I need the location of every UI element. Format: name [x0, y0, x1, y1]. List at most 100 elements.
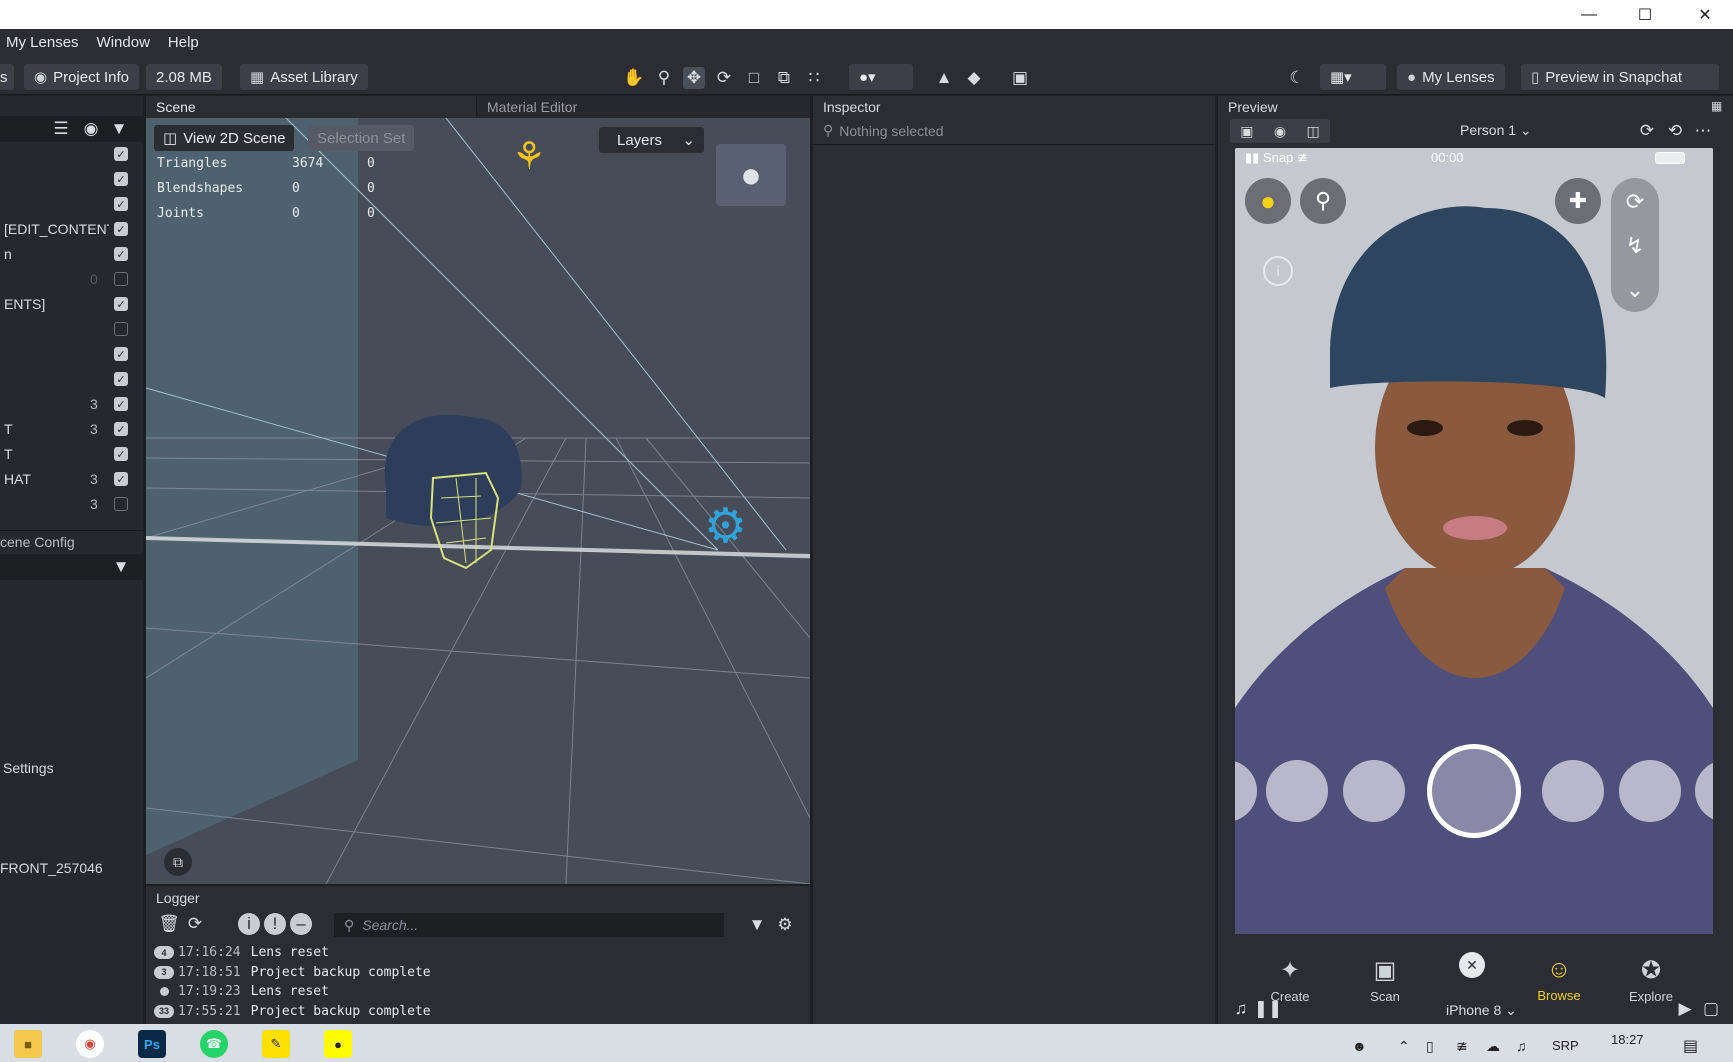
wifi-icon[interactable]: ≇ [1456, 1038, 1468, 1055]
tray-chevron-icon[interactable]: ⌃ [1398, 1038, 1410, 1055]
cloud-icon[interactable]: ☁ [1486, 1038, 1500, 1055]
moon-icon[interactable]: ☾ [1286, 67, 1308, 89]
battery-icon[interactable]: ▯ [1426, 1038, 1434, 1055]
select-icon[interactable]: ▣ [1009, 67, 1031, 89]
device-dropdown[interactable]: iPhone 8 ⌄ [1446, 1002, 1517, 1019]
lens-carousel-item[interactable] [1343, 760, 1405, 822]
preview-in-snapchat-button[interactable]: ▯ Preview in Snapchat [1521, 64, 1719, 90]
hierarchy-row[interactable]: HAT 3 ✓ [0, 467, 143, 492]
toolbar-cut-button[interactable]: s [0, 64, 14, 90]
visibility-checkbox[interactable]: ✓ [114, 222, 128, 236]
bitmoji-avatar[interactable]: ● [1245, 178, 1291, 224]
chevron-down-icon[interactable]: ⌄ [1613, 268, 1657, 312]
eye-icon[interactable]: ◉ [80, 118, 102, 140]
visibility-checkbox[interactable]: ✓ [114, 347, 128, 361]
refresh-icon[interactable]: ⟲ [1664, 120, 1686, 142]
crop-icon[interactable]: ▢ [1700, 998, 1722, 1020]
language-indicator[interactable]: SRP [1552, 1038, 1579, 1053]
hierarchy-row[interactable]: ✓ [0, 342, 143, 367]
notifications-icon[interactable]: ▤ [1683, 1036, 1698, 1056]
flip-camera-icon[interactable]: ⟳ [1613, 180, 1657, 224]
visibility-checkbox[interactable]: ✓ [114, 447, 128, 461]
gear-icon[interactable]: ⚙ [774, 914, 796, 936]
nav-scan[interactable]: ▣ Scan [1350, 956, 1420, 1004]
rotate-icon[interactable]: ⟳ [713, 67, 735, 89]
object-icon[interactable]: ▲ [933, 67, 955, 89]
video-mode-icon[interactable]: ◫ [1307, 123, 1320, 140]
pin-icon[interactable]: ▦ [1711, 99, 1722, 113]
lens-studio-icon[interactable]: ● [324, 1030, 352, 1058]
warning-icon[interactable]: ! [264, 913, 286, 935]
error-icon[interactable]: – [290, 913, 312, 935]
my-lenses-button[interactable]: ● My Lenses [1397, 64, 1505, 90]
capture-button[interactable] [1427, 744, 1521, 838]
clock-time[interactable]: 18:27 [1611, 1032, 1644, 1047]
nav-browse[interactable]: ☺ Browse [1524, 956, 1594, 1003]
rect-icon[interactable]: ⧉ [773, 67, 795, 89]
nav-explore[interactable]: ✪ Explore [1616, 956, 1686, 1004]
head-orientation-icon[interactable]: ● [716, 144, 786, 206]
visibility-checkbox[interactable] [114, 497, 128, 511]
lens-carousel-item[interactable] [1619, 760, 1681, 822]
hierarchy-row[interactable]: 0 [0, 267, 143, 292]
hand-icon[interactable]: ✋ [623, 67, 645, 89]
speaker-icon[interactable]: ♫ [1516, 1038, 1527, 1054]
hierarchy-row[interactable] [0, 317, 143, 342]
light-icon[interactable]: ⚘ [512, 134, 546, 179]
project-info-button[interactable]: ◉ Project Info [24, 64, 139, 90]
asset-library-button[interactable]: ▦ Asset Library [240, 64, 368, 90]
visibility-checkbox[interactable]: ✓ [114, 172, 128, 186]
hierarchy-row[interactable]: [EDIT_CONTENT ✓ [0, 217, 143, 242]
lens-carousel-item[interactable] [1542, 760, 1604, 822]
preview-mode-toggle[interactable]: ▣ ◉ ◫ [1230, 119, 1330, 143]
list-icon[interactable]: ☰ [50, 118, 72, 140]
add-friend-icon[interactable]: ✚ [1555, 178, 1601, 224]
front-item[interactable]: FRONT_257046 [0, 860, 103, 876]
record-icon[interactable]: ▶ [1674, 998, 1696, 1020]
hierarchy-row[interactable]: ✓ [0, 192, 143, 217]
maximize-icon[interactable]: ☐ [1617, 0, 1673, 29]
zoom-icon[interactable]: ⚲ [653, 67, 675, 89]
visibility-checkbox[interactable] [114, 322, 128, 336]
log-line[interactable]: 3 17:18:51 Project backup complete [154, 962, 431, 983]
hierarchy-row[interactable]: ✓ [0, 367, 143, 392]
snap-grid-icon[interactable]: ∷ [803, 67, 825, 89]
hierarchy-row[interactable]: T 3 ✓ [0, 417, 143, 442]
tab-scene[interactable]: Scene [146, 96, 476, 118]
pivot-dropdown[interactable]: ●▾ [849, 64, 913, 90]
selection-set-button[interactable]: Selection Set [308, 125, 415, 151]
objects-icon[interactable]: ◆ [963, 67, 985, 89]
search-icon[interactable]: ⚲ [1300, 178, 1346, 224]
volume-icon[interactable]: ♫ [1230, 998, 1252, 1020]
hierarchy-row[interactable]: ENTS] ✓ [0, 292, 143, 317]
minimize-icon[interactable]: — [1561, 0, 1617, 29]
visibility-checkbox[interactable] [114, 272, 128, 286]
hierarchy-row[interactable]: 3 [0, 492, 143, 517]
move-icon[interactable]: ✥ [683, 67, 705, 89]
visibility-checkbox[interactable]: ✓ [114, 147, 128, 161]
view-2d-scene-button[interactable]: ◫ View 2D Scene [154, 125, 295, 151]
visibility-checkbox[interactable]: ✓ [114, 397, 128, 411]
info-icon[interactable]: i [1263, 256, 1293, 286]
nav-create[interactable]: ✦ Create [1255, 956, 1325, 1004]
phone-preview[interactable]: ▮▮ Snap ≇ 00:00 ● ⚲ ✚ ⟳ ↯ ⌄ i [1235, 148, 1713, 934]
close-lens-icon[interactable]: ✕ [1459, 952, 1485, 978]
scale-icon[interactable]: □ [743, 67, 765, 89]
camera-icon[interactable]: ⚙ [704, 498, 747, 554]
filter-icon[interactable]: ▼ [746, 914, 768, 936]
hierarchy-row[interactable]: 3 ✓ [0, 392, 143, 417]
menu-help[interactable]: Help [168, 34, 199, 51]
hierarchy-row[interactable]: n ✓ [0, 242, 143, 267]
filter-icon[interactable]: ▼ [108, 118, 130, 140]
log-line[interactable]: 4 17:16:24 Lens reset [154, 942, 329, 963]
close-icon[interactable]: ✕ [1677, 0, 1733, 29]
chrome-icon[interactable]: ◉ [76, 1030, 104, 1058]
log-line[interactable]: 33 17:55:21 Project backup complete [154, 1001, 431, 1022]
more-icon[interactable]: ⋯ [1692, 120, 1714, 142]
webcam-mode-icon[interactable]: ◉ [1274, 123, 1286, 140]
menu-window[interactable]: Window [97, 34, 150, 51]
tab-material-editor[interactable]: Material Editor [477, 96, 810, 118]
layout-dropdown[interactable]: ▦▾ [1320, 64, 1386, 90]
whatsapp-icon[interactable]: ☎ [200, 1030, 228, 1058]
hierarchy-row[interactable]: ✓ [0, 167, 143, 192]
